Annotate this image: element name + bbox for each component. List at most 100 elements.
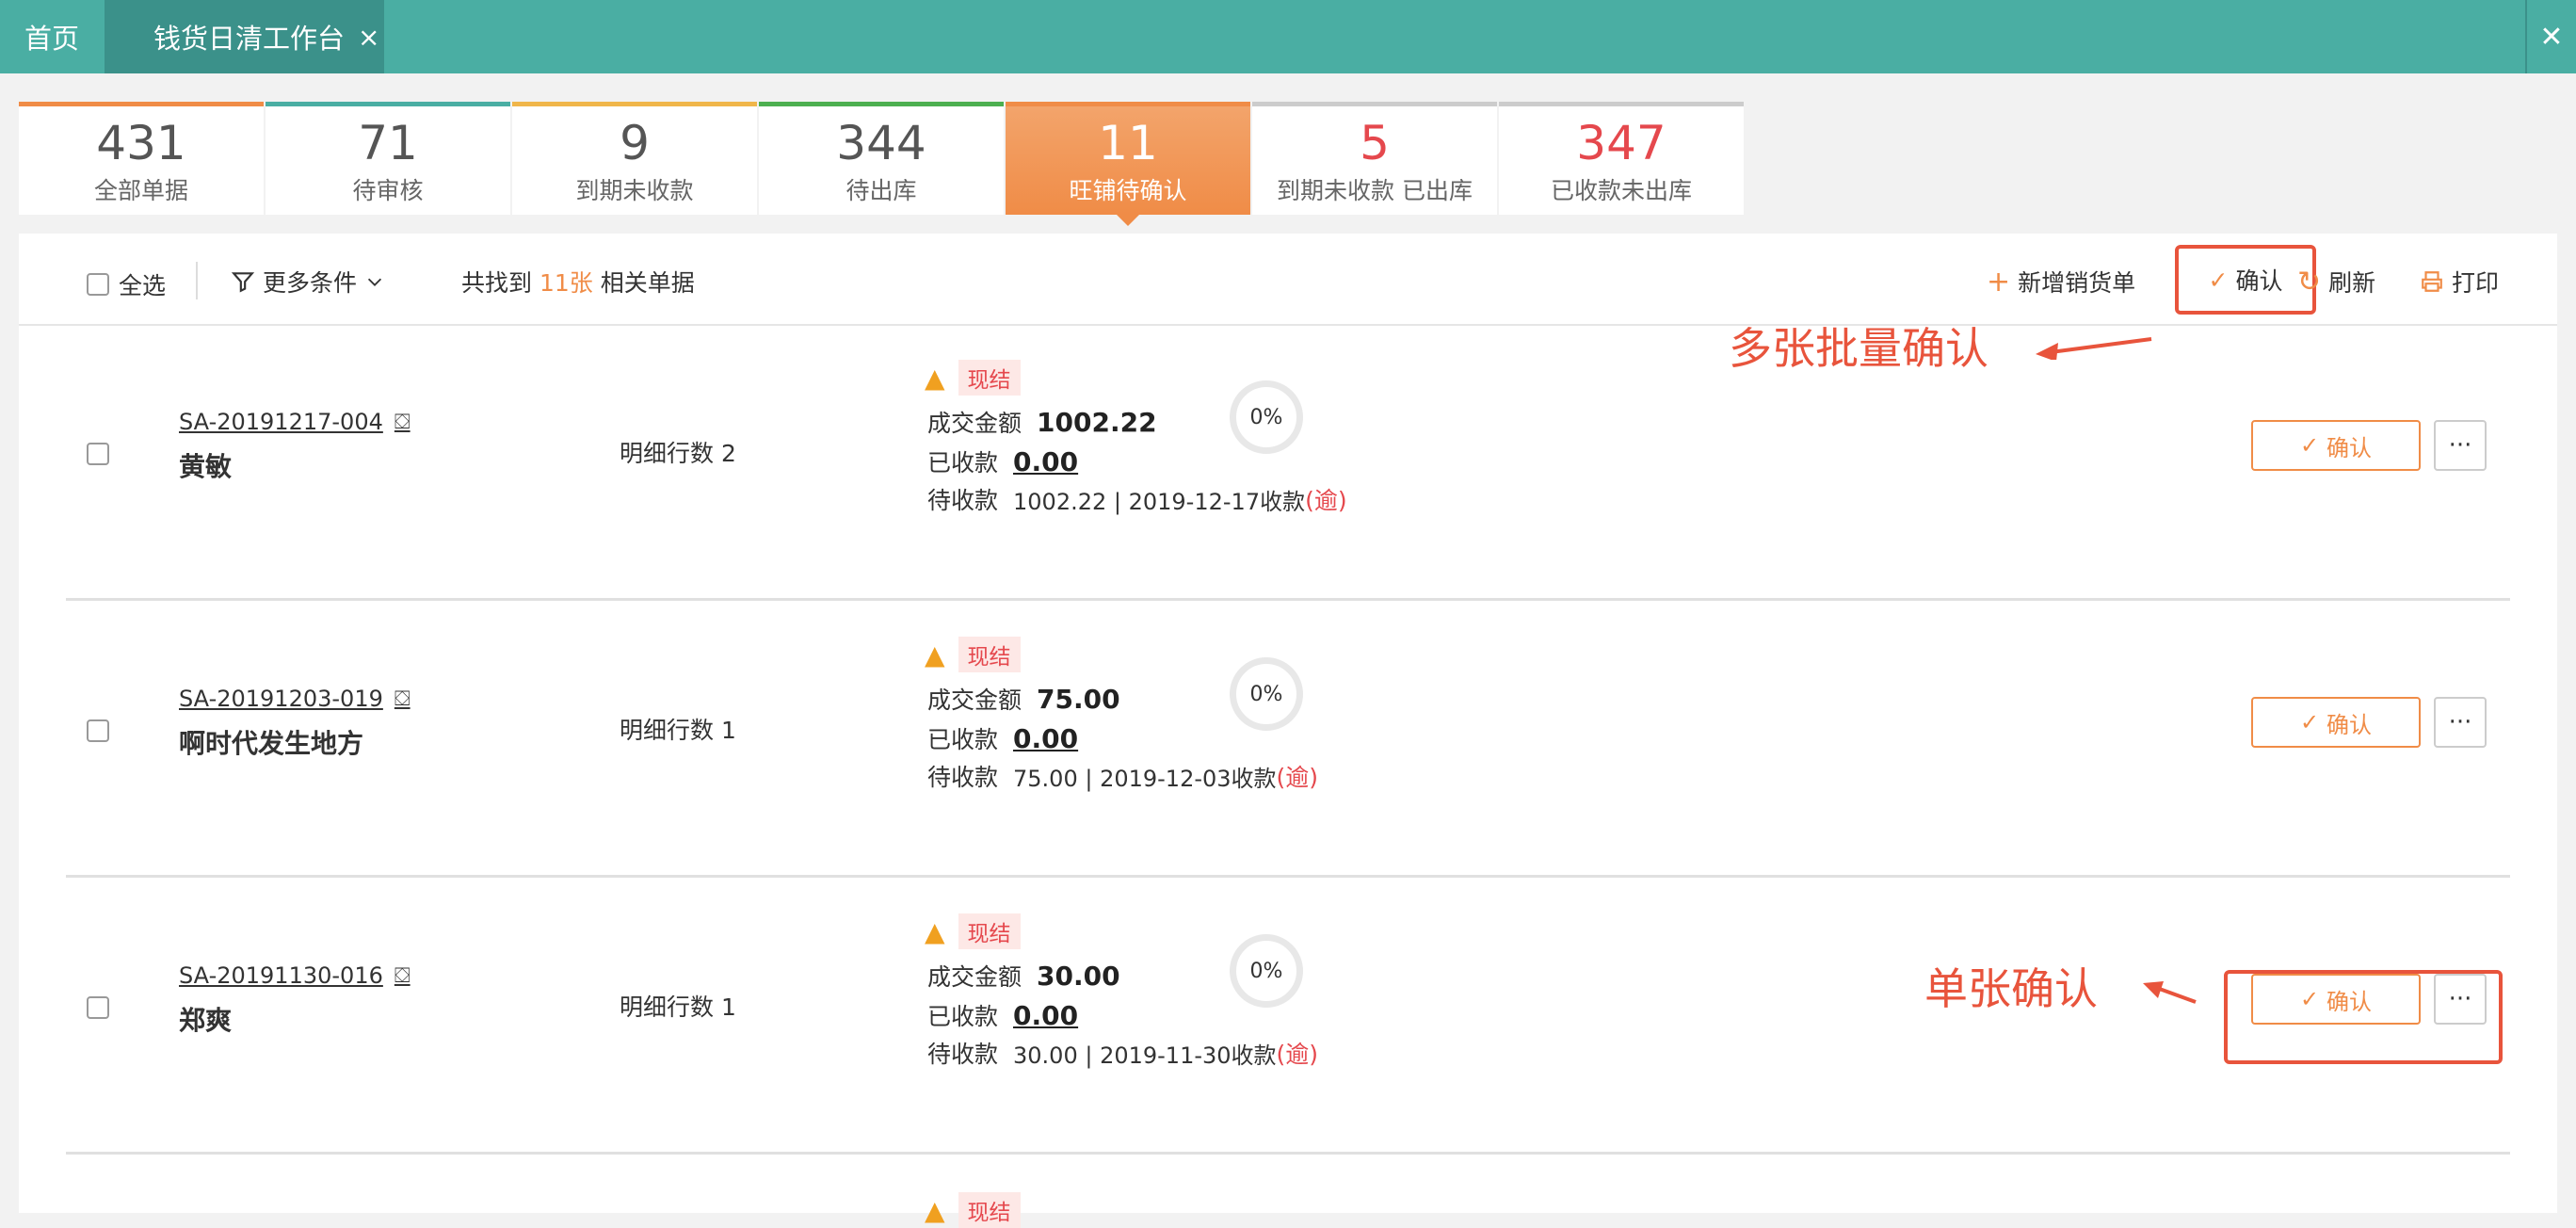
payment-progress-ring: 0% xyxy=(1230,380,1303,454)
stat-count: 71 xyxy=(358,116,418,170)
row-confirm-button[interactable]: ✓ 确认 xyxy=(2251,697,2421,748)
checkbox[interactable] xyxy=(87,273,109,296)
row-checkbox[interactable] xyxy=(87,719,109,742)
stat-card-due-unpaid[interactable]: 9 到期未收款 xyxy=(512,102,757,215)
stat-card-paid-not-shipped[interactable]: 347 已收款未出库 xyxy=(1499,102,1744,215)
add-sales-order-label: 新增销货单 xyxy=(2018,269,2136,297)
refresh-icon: ↻ xyxy=(2297,265,2322,299)
received-label: 已收款 xyxy=(927,1003,999,1030)
row-divider xyxy=(66,1152,2510,1155)
window-close-icon[interactable]: ✕ xyxy=(2525,0,2576,73)
line-count-label: 明细行数 xyxy=(620,440,715,467)
more-filters-label: 更多条件 xyxy=(263,269,358,297)
order-code-link[interactable]: SA-20191217-004 ⛋ xyxy=(179,409,411,435)
order-code: SA-20191217-004 xyxy=(179,409,383,435)
stat-label: 待审核 xyxy=(352,177,424,204)
order-code: SA-20191130-016 xyxy=(179,962,383,989)
stat-label: 已收款未出库 xyxy=(1550,177,1692,204)
batch-confirm-button[interactable]: ✓ 确认 xyxy=(2175,245,2316,315)
result-count-prefix: 共找到 xyxy=(461,269,533,297)
deal-amount-value: 30.00 xyxy=(1037,960,1120,992)
row-more-button[interactable]: ··· xyxy=(2434,420,2487,471)
tab-workbench[interactable]: 钱货日清工作台 × xyxy=(105,0,384,73)
chat-icon[interactable]: ⛋ xyxy=(394,964,411,988)
pending-label: 待收款 xyxy=(927,487,999,514)
cash-tag: 现结 xyxy=(958,913,1021,949)
tab-home[interactable]: 首页 xyxy=(0,0,104,73)
more-filters-button[interactable]: 更多条件 xyxy=(231,265,385,299)
stat-count: 347 xyxy=(1576,116,1666,170)
cash-tag: 现结 xyxy=(958,637,1021,672)
deal-amount-value: 75.00 xyxy=(1037,683,1120,715)
received-value[interactable]: 0.00 xyxy=(1013,723,1078,754)
filter-icon xyxy=(231,272,255,293)
order-row: SA-20191217-004 ⛋ 黄敏 明细行数 2 ▲ 现结 成交金额 1002… xyxy=(19,324,2557,601)
check-circle-icon: ✓ xyxy=(2208,266,2229,294)
payment-progress-ring: 0% xyxy=(1230,934,1303,1008)
pending-label: 待收款 xyxy=(927,764,999,791)
stat-count: 5 xyxy=(1360,116,1390,170)
stat-card-pending-outbound[interactable]: 344 待出库 xyxy=(759,102,1004,215)
annotation-arrow-icon xyxy=(2143,981,2197,1004)
row-checkbox[interactable] xyxy=(87,443,109,465)
tab-workbench-label: 钱货日清工作台 xyxy=(153,23,346,55)
list-toolbar: 全选 更多条件 共找到 11张 相关单据 + 新增销货单 ✓ 确认 ↻ 刷新 打… xyxy=(19,234,2557,326)
deal-amount-label: 成交金额 xyxy=(927,963,1022,991)
row-checkbox[interactable] xyxy=(87,996,109,1019)
row-confirm-button[interactable]: ✓ 确认 xyxy=(2251,420,2421,471)
cash-tag: 现结 xyxy=(958,1192,1021,1228)
chevron-down-icon xyxy=(367,278,382,286)
tab-home-label: 首页 xyxy=(24,23,79,55)
chat-icon[interactable]: ⛋ xyxy=(394,411,411,434)
order-row: SA-20191130-016 ⛋ 郑爽 明细行数 1 ▲ 现结 成交金额 30.0… xyxy=(19,878,2557,1155)
order-code-link[interactable]: SA-20191203-019 ⛋ xyxy=(179,686,411,712)
warning-icon: ▲ xyxy=(925,915,945,947)
deal-amount: 成交金额 1002.22 xyxy=(927,405,1157,439)
received-amount: 已收款 0.00 xyxy=(927,721,1078,755)
customer-name: 啊时代发生地方 xyxy=(179,728,364,759)
select-all-label: 全选 xyxy=(119,272,167,299)
deal-amount-value: 1002.22 xyxy=(1037,406,1157,438)
order-code-link[interactable]: SA-20191130-016 ⛋ xyxy=(179,962,411,989)
warning-icon: ▲ xyxy=(925,362,945,394)
order-code: SA-20191203-019 xyxy=(179,686,383,712)
received-value[interactable]: 0.00 xyxy=(1013,446,1078,477)
result-count-suffix: 相关单据 xyxy=(600,269,695,297)
pending-value: 1002.22 | 2019-12-17收款 xyxy=(1013,488,1306,515)
received-value[interactable]: 0.00 xyxy=(1013,1000,1078,1031)
line-count-value: 2 xyxy=(720,440,736,467)
print-label: 打印 xyxy=(2452,269,2500,297)
stat-card-all[interactable]: 431 全部单据 xyxy=(19,102,264,215)
overdue-mark: (逾) xyxy=(1276,764,1319,791)
pending-amount: 待收款 30.00 | 2019-11-30收款 (逾) xyxy=(927,1036,1318,1070)
line-count-value: 1 xyxy=(720,994,736,1021)
status-summary-cards: 431 全部单据 71 待审核 9 到期未收款 344 待出库 11 旺铺待确认… xyxy=(19,102,1746,226)
line-count: 明细行数 1 xyxy=(620,989,736,1023)
pending-value: 30.00 | 2019-11-30收款 xyxy=(1013,1042,1277,1069)
stat-card-shop-pending-confirm[interactable]: 11 旺铺待确认 xyxy=(1006,102,1250,226)
stat-count: 431 xyxy=(96,116,186,170)
stat-count: 344 xyxy=(836,116,926,170)
pending-amount: 待收款 75.00 | 2019-12-03收款 (逾) xyxy=(927,759,1318,793)
stat-card-pending-review[interactable]: 71 待审核 xyxy=(266,102,510,215)
stat-label: 到期未收款 已出库 xyxy=(1277,177,1473,204)
deal-amount-label: 成交金额 xyxy=(927,410,1022,437)
refresh-label: 刷新 xyxy=(2328,269,2376,297)
add-sales-order-button[interactable]: + 新增销货单 xyxy=(1987,265,2135,299)
order-list-panel: 全选 更多条件 共找到 11张 相关单据 + 新增销货单 ✓ 确认 ↻ 刷新 打… xyxy=(19,234,2557,1228)
refresh-button[interactable]: ↻ 刷新 xyxy=(2297,265,2375,299)
select-all-checkbox[interactable]: 全选 xyxy=(87,267,166,301)
cash-tag: 现结 xyxy=(958,360,1021,396)
line-count: 明细行数 2 xyxy=(620,435,736,469)
stat-card-due-unpaid-shipped[interactable]: 5 到期未收款 已出库 xyxy=(1252,102,1497,215)
close-icon[interactable]: × xyxy=(358,22,379,53)
payment-type-badge: ▲ 现结 xyxy=(925,637,1021,672)
row-more-button[interactable]: ··· xyxy=(2434,697,2487,748)
line-count-label: 明细行数 xyxy=(620,994,715,1021)
line-count: 明细行数 1 xyxy=(620,712,736,746)
check-circle-icon: ✓ xyxy=(2299,709,2320,735)
pending-label: 待收款 xyxy=(927,1041,999,1068)
chat-icon[interactable]: ⛋ xyxy=(394,687,411,711)
deal-amount-label: 成交金额 xyxy=(927,687,1022,714)
print-button[interactable]: 打印 xyxy=(2420,265,2499,299)
